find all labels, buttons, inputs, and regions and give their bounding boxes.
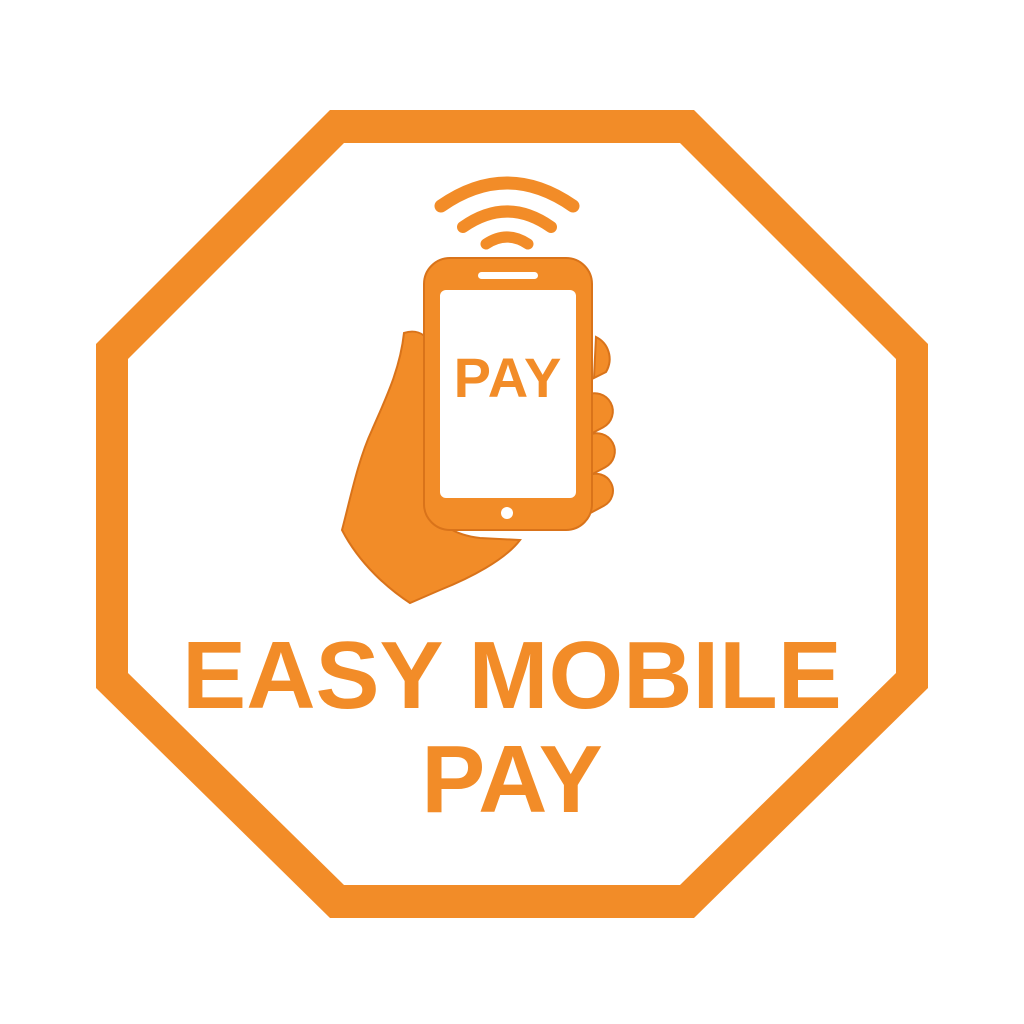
signal-arc-inner: [480, 231, 534, 250]
phone-speaker: [478, 272, 538, 279]
finger-top-tip: [592, 335, 611, 380]
phone-screen-pay-label: PAY: [453, 346, 563, 409]
signal-arc-outer: [434, 176, 580, 213]
wireless-signal-icon: [434, 176, 580, 250]
mobile-payment-icon: [340, 176, 616, 605]
headline-line-1: EASY MOBILE: [182, 622, 842, 729]
signal-arc-middle: [457, 205, 557, 233]
phone-home-button: [501, 507, 513, 519]
easy-mobile-pay-sign: PAY EASY MOBILE PAY: [0, 0, 1024, 1024]
headline-line-2: PAY: [421, 726, 603, 833]
